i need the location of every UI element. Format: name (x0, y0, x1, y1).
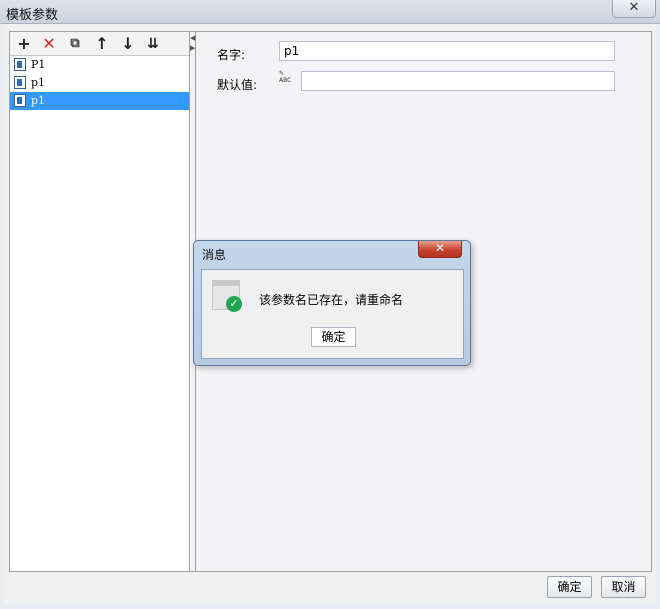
message-icon: ✓ (212, 280, 242, 312)
parameter-item-label: p1 (31, 94, 46, 107)
collapse-right-icon: ▶ (190, 44, 196, 52)
abc-type-text: ABC (279, 77, 292, 84)
delete-icon: ✕ (42, 34, 56, 53)
default-value-label: 默认值: (217, 78, 258, 92)
ok-button[interactable]: 确定 (547, 576, 592, 598)
window-title: 模板参数 (6, 8, 59, 23)
parameter-item[interactable]: P1 (10, 56, 189, 74)
move-up-icon: ↑ (95, 34, 109, 53)
value-type-icon[interactable]: ✎ ABC (279, 70, 299, 88)
parameter-item[interactable]: p1 (10, 74, 189, 92)
dialog-title: 消息 (202, 248, 227, 262)
checkmark-icon: ✓ (226, 296, 242, 312)
copy-parameter-button[interactable]: ⧉ (65, 34, 85, 54)
parameter-item-label: P1 (31, 58, 46, 71)
add-parameter-button[interactable]: + (14, 34, 34, 54)
message-dialog: 消息 ✕ ✓ 该参数名已存在，请重命名 确定 (193, 240, 471, 366)
parameter-list-panel: + ✕ ⧉ ↑ ↓ ⇊ P1 p1 p1 (10, 32, 190, 571)
parameter-toolbar: + ✕ ⧉ ↑ ↓ ⇊ (10, 32, 189, 56)
dialog-body: ✓ 该参数名已存在，请重命名 确定 (201, 269, 464, 359)
move-down-button[interactable]: ↓ (118, 34, 138, 54)
dialog-ok-button[interactable]: 确定 (311, 327, 356, 347)
close-icon: ✕ (628, 0, 640, 15)
edit-icon: ✎ (279, 70, 285, 77)
window-titlebar: 模板参数 ✕ (0, 0, 660, 24)
collapse-left-icon: ◀ (190, 34, 196, 42)
move-down-icon: ↓ (121, 34, 135, 53)
name-label: 名字: (217, 48, 246, 62)
parameter-icon (14, 76, 26, 89)
copy-icon: ⧉ (70, 36, 80, 51)
parameter-item-selected[interactable]: p1 (10, 92, 189, 110)
cancel-button[interactable]: 取消 (601, 576, 646, 598)
parameter-item-label: p1 (31, 76, 46, 89)
window-close-button[interactable]: ✕ (612, 0, 656, 18)
dialog-message: 该参数名已存在，请重命名 (259, 293, 404, 307)
move-to-bottom-button[interactable]: ⇊ (143, 34, 163, 54)
plus-icon: + (17, 34, 31, 53)
dialog-close-button[interactable]: ✕ (418, 241, 462, 258)
default-value-input[interactable] (301, 71, 615, 91)
parameter-icon (14, 94, 26, 107)
parameter-icon (14, 58, 26, 71)
move-up-button[interactable]: ↑ (92, 34, 112, 54)
close-icon: ✕ (434, 241, 446, 255)
delete-parameter-button[interactable]: ✕ (39, 34, 59, 54)
move-bottom-icon: ⇊ (147, 36, 159, 52)
name-input[interactable]: p1 (279, 41, 615, 61)
